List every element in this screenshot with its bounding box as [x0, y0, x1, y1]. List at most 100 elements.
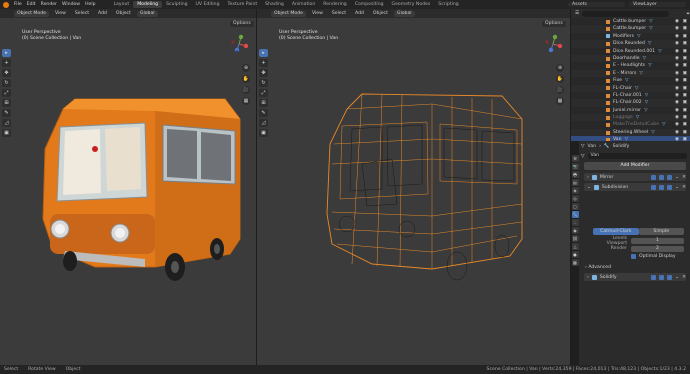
- measure-tool-icon[interactable]: ◿: [259, 119, 268, 127]
- viewport-solid[interactable]: Object Mode View Select Add Object Globa…: [0, 9, 256, 365]
- object-name-field[interactable]: Van: [587, 153, 687, 159]
- simple-button[interactable]: Simple: [638, 228, 684, 235]
- render-camera-icon[interactable]: ▣: [683, 33, 687, 40]
- render-toggle-icon[interactable]: [667, 174, 673, 180]
- levels-viewport-field[interactable]: 1: [631, 237, 684, 244]
- modifier-subdivision[interactable]: ⌄ Subdivision ⌄ ✕: [584, 183, 686, 191]
- add-menu[interactable]: Add: [95, 11, 110, 17]
- outliner-row[interactable]: Steering.Wheel ▽ ◉ ▣: [571, 128, 690, 137]
- visibility-eye-icon[interactable]: ◉: [675, 62, 679, 69]
- zoom-icon[interactable]: ⊕: [556, 64, 564, 72]
- visibility-eye-icon[interactable]: ◉: [675, 107, 679, 114]
- select-tool-icon[interactable]: ▸: [259, 49, 268, 57]
- render-camera-icon[interactable]: ▣: [683, 114, 687, 121]
- outliner-row[interactable]: FL-Chair.001 ▽ ◉ ▣: [571, 92, 690, 99]
- tab-uv-editing[interactable]: UV Editing: [192, 1, 224, 8]
- modifier-mirror[interactable]: › Mirror ⌄ ✕: [584, 173, 686, 181]
- particles-tab-icon[interactable]: ∴: [571, 219, 579, 226]
- render-camera-icon[interactable]: ▣: [683, 92, 687, 99]
- modifier-solidify[interactable]: › Solidify ⌄ ✕: [584, 273, 686, 281]
- blender-logo-icon[interactable]: [3, 1, 9, 8]
- editmode-toggle-icon[interactable]: [651, 184, 657, 190]
- add-cube-tool-icon[interactable]: ▣: [259, 129, 268, 137]
- render-camera-icon[interactable]: ▣: [683, 62, 687, 69]
- navigation-gizmo-icon[interactable]: [542, 33, 564, 55]
- render-toggle-icon[interactable]: [667, 274, 673, 280]
- modifier-subdivision-name[interactable]: Subdivision: [602, 185, 648, 190]
- object-tab-icon[interactable]: ▢: [571, 203, 579, 210]
- render-camera-icon[interactable]: ▣: [683, 85, 687, 92]
- render-camera-icon[interactable]: ▣: [683, 55, 687, 62]
- tab-sculpting[interactable]: Sculpting: [162, 1, 191, 8]
- menu-file[interactable]: File: [14, 2, 22, 7]
- mode-selector[interactable]: Object Mode: [14, 10, 49, 17]
- render-camera-icon[interactable]: ▣: [683, 18, 687, 25]
- view-layer-selector[interactable]: ViewLayer: [629, 2, 686, 7]
- camera-view-icon[interactable]: 🎥: [556, 86, 564, 94]
- visibility-eye-icon[interactable]: ◉: [675, 99, 679, 106]
- filter-icon[interactable]: ⏷: [686, 11, 690, 17]
- optimal-display-checkbox[interactable]: [631, 254, 636, 259]
- render-camera-icon[interactable]: ▣: [683, 129, 687, 136]
- options-button[interactable]: Options: [230, 21, 254, 27]
- pan-icon[interactable]: ✋: [242, 75, 250, 83]
- outliner-row[interactable]: Luggage ▽ ◉ ▣: [571, 114, 690, 122]
- outliner-row[interactable]: Fixe ▽ ◉ ▣: [571, 77, 690, 84]
- close-icon[interactable]: ✕: [682, 275, 686, 280]
- outliner-search-input[interactable]: [582, 10, 670, 17]
- outliner-row[interactable]: Dice.Rounded ▽ ◉ ▣: [571, 40, 690, 48]
- render-camera-icon[interactable]: ▣: [683, 48, 687, 55]
- dropdown-icon[interactable]: ⌄: [675, 175, 679, 180]
- visibility-eye-icon[interactable]: ◉: [675, 33, 679, 40]
- render-camera-icon[interactable]: ▣: [683, 107, 687, 114]
- transform-orientation[interactable]: Global: [136, 10, 158, 17]
- render-camera-icon[interactable]: ▣: [683, 121, 687, 128]
- material-tab-icon[interactable]: ●: [571, 251, 579, 258]
- catmull-clark-button[interactable]: Catmull-Clark: [593, 228, 639, 235]
- options-button[interactable]: Options: [542, 21, 566, 27]
- menu-render[interactable]: Render: [41, 2, 57, 7]
- tool-tab-icon[interactable]: ⚒: [571, 155, 579, 162]
- select-menu[interactable]: Select: [329, 11, 349, 17]
- menu-edit[interactable]: Edit: [27, 2, 36, 7]
- cursor-tool-icon[interactable]: +: [259, 59, 268, 67]
- outliner-row[interactable]: Doorhandle ▽ ◉ ▣: [571, 54, 690, 63]
- physics-tab-icon[interactable]: ◉: [571, 227, 579, 234]
- transform-orientation[interactable]: Global: [393, 10, 415, 17]
- display-mode-icon[interactable]: ☰: [575, 11, 579, 16]
- transform-tool-icon[interactable]: ⊞: [259, 99, 268, 107]
- render-camera-icon[interactable]: ▣: [683, 99, 687, 106]
- render-camera-icon[interactable]: ▣: [683, 25, 687, 32]
- tab-texture-paint[interactable]: Texture Paint: [224, 1, 262, 8]
- tab-animation[interactable]: Animation: [288, 1, 319, 8]
- dropdown-icon[interactable]: ⌄: [675, 275, 679, 280]
- cursor-tool-icon[interactable]: +: [2, 59, 11, 67]
- select-menu[interactable]: Select: [72, 11, 92, 17]
- outliner-row[interactable]: FL-Chair.002 ▽ ◉ ▣: [571, 99, 690, 107]
- outliner-row[interactable]: Modifiers ▽ ◉ ▣: [571, 33, 690, 40]
- scale-tool-icon[interactable]: ⤢: [2, 89, 11, 97]
- zoom-icon[interactable]: ⊕: [242, 64, 250, 72]
- render-camera-icon[interactable]: ▣: [683, 77, 687, 84]
- move-tool-icon[interactable]: ✥: [259, 69, 268, 77]
- render-tab-icon[interactable]: 📷: [571, 163, 579, 170]
- viewport-wireframe[interactable]: Object Mode View Select Add Object Globa…: [257, 9, 570, 365]
- outliner-row[interactable]: Juniel.mirror ▽ ◉ ▣: [571, 107, 690, 114]
- expand-icon[interactable]: ›: [587, 175, 589, 180]
- annotate-tool-icon[interactable]: ✎: [2, 109, 11, 117]
- outliner-row[interactable]: Cattle.bumper ▽ ◉ ▣: [571, 18, 690, 25]
- tab-geometry-nodes[interactable]: Geometry Nodes: [388, 1, 435, 8]
- expand-icon[interactable]: ›: [587, 275, 589, 280]
- visibility-eye-icon[interactable]: ◉: [675, 55, 679, 62]
- render-levels-field[interactable]: 2: [631, 245, 684, 252]
- transform-tool-icon[interactable]: ⊞: [2, 99, 11, 107]
- outliner-row[interactable]: Cattle.bumper ▽ ◉ ▣: [571, 25, 690, 33]
- tab-compositing[interactable]: Compositing: [351, 1, 388, 8]
- constraints-tab-icon[interactable]: ⛓: [571, 235, 579, 242]
- visibility-eye-icon[interactable]: ◉: [675, 129, 679, 136]
- view-layer-tab-icon[interactable]: ▤: [571, 179, 579, 186]
- editmode-toggle-icon[interactable]: [651, 274, 657, 280]
- close-icon[interactable]: ✕: [682, 185, 686, 190]
- output-tab-icon[interactable]: 🖶: [571, 171, 579, 178]
- viewport-toggle-icon[interactable]: [659, 274, 665, 280]
